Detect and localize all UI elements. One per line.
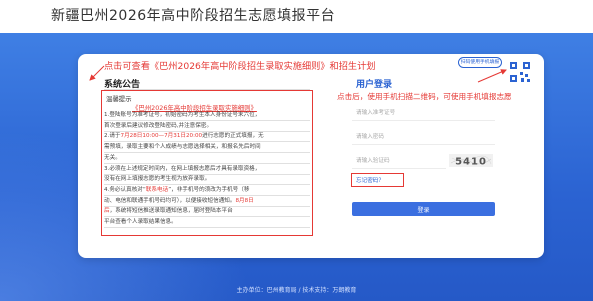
login-button[interactable]: 登录 xyxy=(352,202,495,216)
notice-text: 需预填，录取主要和个人成绩与志愿选择相关，和报名先后时间 xyxy=(104,144,261,151)
notice-line: 需预填，录取主要和个人成绩与志愿选择相关，和报名先后时间 xyxy=(104,143,310,154)
notice-text: 动、电信和联通手机号码均可），以便接收短信通知。 xyxy=(104,197,236,204)
exam-number-input[interactable] xyxy=(352,105,495,121)
notice-text: 4.务必认真核对“ xyxy=(104,186,146,193)
qr-login-button[interactable]: 扫码使用手机填报 xyxy=(458,57,502,68)
notice-highlight-text: 8月8日 xyxy=(235,197,254,204)
notice-line: 没有在网上填报志愿的考生视为放弃录取。 xyxy=(104,175,310,186)
annotation-right: 点击后，使用手机扫描二维码，可使用手机填报志愿 xyxy=(337,92,512,101)
footer-text: 主办单位：巴州教育局 / 技术支持：万朗教育 xyxy=(236,287,357,294)
notice-highlight-text: 7月28日10:00—7月31日20:00 xyxy=(120,133,203,140)
notice-line: 平台查看个人录取结果信息。 xyxy=(104,218,310,228)
notice-text: 平台查看个人录取结果信息。 xyxy=(104,219,177,225)
top-header: 新疆巴州2026年高中阶段招生志愿填报平台 xyxy=(0,0,593,33)
qr-code-icon[interactable] xyxy=(508,60,532,84)
notice-line: 后，系统将短信推送录取通知信息，届时登陆本平台 xyxy=(104,207,310,218)
password-input[interactable] xyxy=(352,129,495,145)
captcha-text: 5410 xyxy=(455,157,487,168)
notice-text: ”，非手机号的须改为手机号（移 xyxy=(168,186,250,193)
captcha-image[interactable]: 5410 xyxy=(449,154,493,167)
notice-line: 首次登录后建议修改登陆密码,并注意保密。 xyxy=(104,122,310,132)
notice-text: 没有在网上填报志愿的考生视为放弃录取。 xyxy=(104,176,211,183)
notice-line: 1.登陆账号为准考证号，初始密码为考生本人身份证号末六位， xyxy=(104,111,310,121)
notice-line: 无关。 xyxy=(104,154,310,164)
notice-text: 1.登陆账号为准考证号，初始密码为考生本人身份证号末六位， xyxy=(104,112,261,118)
forgot-password-link[interactable]: 忘记密码？ xyxy=(356,176,384,184)
site-title: 新疆巴州2026年高中阶段招生志愿填报平台 xyxy=(51,8,336,24)
notice-text: 2.请于 xyxy=(104,133,121,140)
annotation-top: 点击可查看《巴州2026年高中阶段招生录取实施细则》和招生计划 xyxy=(104,61,376,72)
login-title: 用户登录 xyxy=(356,80,393,90)
notice-text: 平台 xyxy=(221,208,233,215)
notice-highlight-text: 联系电话 xyxy=(145,186,169,193)
notice-text: ，系统将短信推送录取通知信息，届时登陆本 xyxy=(109,208,222,215)
notice-line: 动、电信和联通手机号码均可），以便接收短信通知。8月8日 xyxy=(104,197,310,207)
notice-text: 3.必须在上述规定时间内，在网上填报志愿后才具有录取资格， xyxy=(104,165,261,172)
notice-line: 4.务必认真核对“联系电话”，非手机号的须改为手机号（移 xyxy=(104,186,310,196)
notice-line: 3.必须在上述规定时间内，在网上填报志愿后才具有录取资格， xyxy=(104,165,310,175)
notice-text: 无关。 xyxy=(104,154,121,161)
notice-text: 进行志愿的正式填报，无 xyxy=(202,133,264,140)
notice-line: 2.请于7月28日10:00—7月31日20:00进行志愿的正式填报，无 xyxy=(104,132,310,143)
captcha-input[interactable] xyxy=(352,153,446,169)
notice-text: 首次登录后建议修改登陆密码,并注意保密。 xyxy=(104,122,213,129)
notice-heading: 温馨提示 xyxy=(106,95,132,103)
